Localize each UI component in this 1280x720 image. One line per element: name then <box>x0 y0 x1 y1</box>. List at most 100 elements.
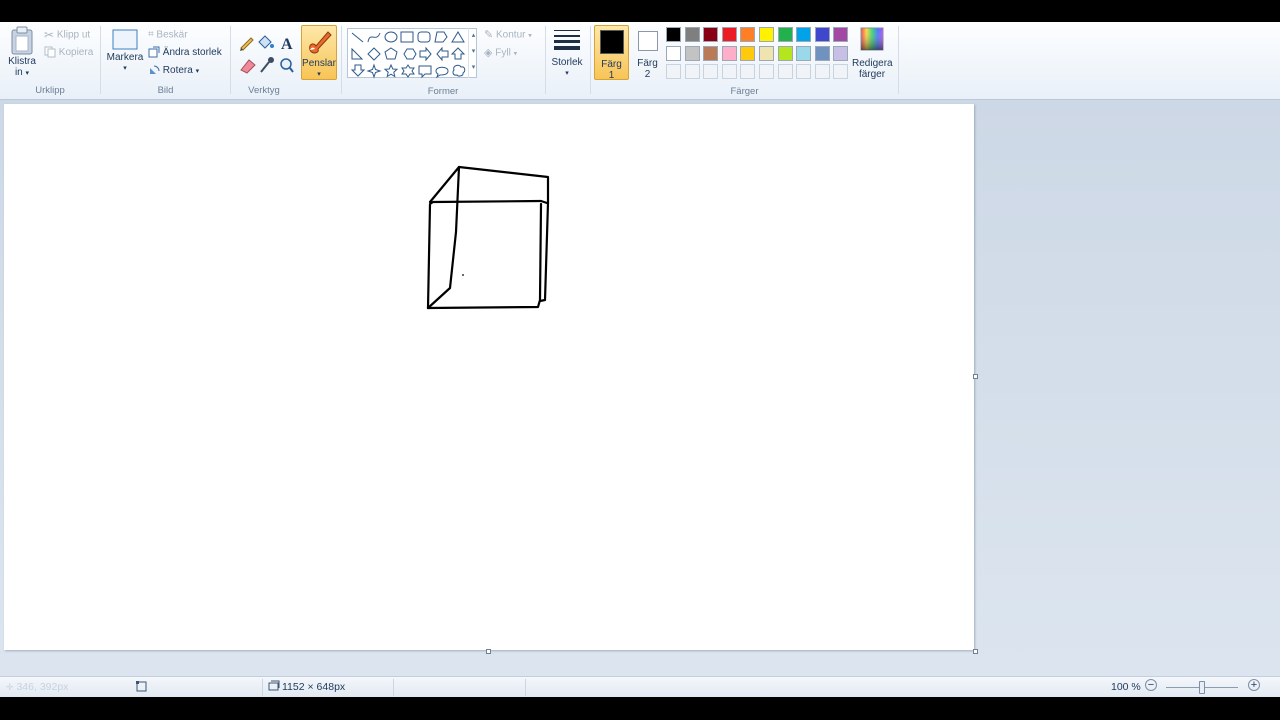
size-button[interactable]: Storlek ▾ <box>548 28 586 79</box>
shapes-gallery[interactable] <box>347 28 477 79</box>
palette-swatch[interactable] <box>703 27 719 42</box>
select-button[interactable]: Markera ▾ <box>105 28 145 74</box>
palette-swatch-empty[interactable] <box>833 64 849 79</box>
palette-swatch[interactable] <box>796 27 812 42</box>
pencil-icon[interactable] <box>240 37 254 51</box>
resize-handle-right[interactable] <box>973 374 978 379</box>
palette-swatch[interactable] <box>721 45 737 61</box>
canvas-dot <box>462 274 464 276</box>
palette-swatch[interactable] <box>740 45 756 61</box>
palette-swatch[interactable] <box>814 27 830 42</box>
zoom-slider-thumb[interactable] <box>1199 681 1205 694</box>
chevron-down-icon: ▾ <box>123 65 127 72</box>
shapes-group-label: Former <box>427 86 459 97</box>
shapes-scroll[interactable]: ▴ ▾ ▾ <box>468 28 478 78</box>
edit-colors-label: Redigera <box>852 58 893 69</box>
palette-swatch[interactable] <box>814 45 830 61</box>
palette-swatch[interactable] <box>796 45 812 61</box>
chevron-down-icon[interactable]: ▾ <box>469 44 478 60</box>
outline-button[interactable]: ✎ Kontur ▾ <box>484 27 532 43</box>
cursor-position-value: 346, 392px <box>16 681 69 693</box>
palette-swatch[interactable] <box>684 45 700 61</box>
color1-button[interactable]: Färg 1 <box>594 25 629 81</box>
cut-button[interactable]: ✂ Klipp ut <box>44 27 90 43</box>
color-picker-icon[interactable] <box>260 57 274 73</box>
canvas-size-icon <box>268 680 280 695</box>
text-icon[interactable]: A <box>281 36 293 53</box>
magnifier-icon[interactable] <box>280 58 294 73</box>
fill-label: Fyll <box>495 47 511 59</box>
palette-swatch[interactable] <box>703 45 719 61</box>
palette-swatch-empty[interactable] <box>796 64 812 79</box>
palette-swatch[interactable] <box>777 27 793 42</box>
palette-swatch-empty[interactable] <box>777 64 793 79</box>
palette-swatch-empty[interactable] <box>703 64 719 79</box>
curve-shape-icon <box>367 32 381 43</box>
color2-button[interactable]: Färg 2 <box>631 25 664 80</box>
drawing-canvas[interactable] <box>4 104 974 650</box>
select-label: Markera <box>106 52 144 63</box>
palette-swatch[interactable] <box>833 45 849 61</box>
zoom-out-icon[interactable]: − <box>1145 679 1157 691</box>
palette-swatch[interactable] <box>684 27 700 42</box>
chevron-down-icon: ▾ <box>528 32 532 40</box>
rounded-callout-shape-icon <box>418 65 432 79</box>
chevron-down-icon: ▾ <box>195 68 200 75</box>
crop-icon: ⌗ <box>148 29 154 40</box>
diamond-shape-icon <box>367 47 381 61</box>
edit-colors-button[interactable]: Redigera färger <box>852 26 893 80</box>
zoom-level: 100 % <box>1111 681 1141 693</box>
rounded-rectangle-shape-icon <box>417 31 431 43</box>
cube-drawing <box>426 165 550 310</box>
color2-number: 2 <box>644 69 651 80</box>
palette-swatch[interactable] <box>777 45 793 61</box>
palette-swatch-empty[interactable] <box>759 64 774 79</box>
outline-label: Kontur <box>496 29 526 41</box>
resize-handle-bottom[interactable] <box>486 649 491 654</box>
palette-swatch-empty[interactable] <box>814 64 830 79</box>
edit-colors-label-2: färger <box>858 69 886 80</box>
cursor-position: ✛ 346, 392px <box>6 681 68 693</box>
eraser-icon[interactable] <box>240 59 256 74</box>
chevron-up-icon[interactable]: ▴ <box>469 28 478 44</box>
hexagon-shape-icon <box>403 48 417 60</box>
palette-swatch[interactable] <box>721 27 737 42</box>
tools-grid: A <box>240 35 294 74</box>
status-divider <box>262 679 263 696</box>
crop-button[interactable]: ⌗ Beskär <box>148 27 188 43</box>
color2-label: Färg <box>637 58 658 69</box>
palette-swatch[interactable] <box>759 45 774 61</box>
resize-button[interactable]: Ändra storlek <box>148 45 222 61</box>
zoom-in-icon[interactable]: + <box>1248 679 1260 691</box>
palette-swatch-empty[interactable] <box>684 64 700 79</box>
tools-group: A Verktyg <box>231 22 297 98</box>
cut-label: Klipp ut <box>56 29 91 41</box>
palette-swatch-empty[interactable] <box>740 64 756 79</box>
image-group-label: Bild <box>157 85 174 96</box>
fill-button[interactable]: ◈ Fyll ▾ <box>484 45 517 61</box>
brushes-button[interactable]: Penslar ▾ <box>301 25 337 80</box>
palette-swatch[interactable] <box>740 27 756 42</box>
fill-bucket-icon[interactable] <box>258 35 274 49</box>
palette-swatch[interactable] <box>833 27 849 42</box>
line-shape-icon <box>351 32 364 43</box>
resize-handle-corner[interactable] <box>973 649 978 654</box>
copy-icon <box>44 46 56 58</box>
six-point-star-shape-icon <box>401 64 415 78</box>
palette-swatch-empty[interactable] <box>721 64 737 79</box>
paste-button[interactable]: Klistra in ▾ <box>4 26 40 79</box>
color-palette <box>666 27 852 83</box>
cursor-icon: ✛ <box>6 682 14 692</box>
palette-swatch-empty[interactable] <box>666 64 681 79</box>
crop-label: Beskär <box>156 29 188 41</box>
palette-swatch[interactable] <box>666 45 681 61</box>
group-divider <box>545 26 546 94</box>
palette-swatch[interactable] <box>759 27 774 42</box>
expand-gallery-icon[interactable]: ▾ <box>469 60 478 76</box>
left-arrow-shape-icon <box>436 46 449 62</box>
copy-button[interactable]: Kopiera <box>44 45 93 61</box>
selection-size-icon <box>135 680 147 695</box>
rotate-button[interactable]: Rotera ▾ <box>148 63 199 79</box>
resize-label: Ändra storlek <box>162 47 222 58</box>
palette-swatch[interactable] <box>666 27 681 42</box>
